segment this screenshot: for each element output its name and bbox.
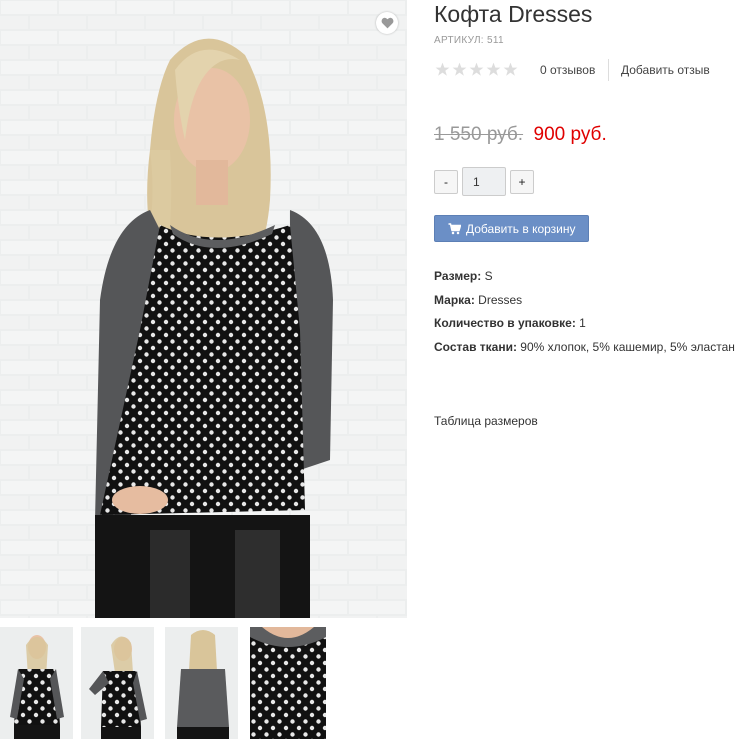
- product-properties: Размер: S Марка: Dresses Количество в уп…: [434, 265, 735, 359]
- property-label: Состав ткани:: [434, 339, 517, 354]
- product-info: Кофта Dresses АРТИКУЛ: 511 0 отзывов Доб…: [434, 0, 748, 739]
- add-to-cart-label: Добавить в корзину: [466, 221, 576, 236]
- property-fabric: Состав ткани: 90% хлопок, 5% кашемир, 5%…: [434, 336, 735, 360]
- add-review-link[interactable]: Добавить отзыв: [621, 63, 710, 77]
- rating-divider: [608, 59, 609, 81]
- star-icon[interactable]: [435, 62, 450, 77]
- property-label: Марка:: [434, 292, 475, 307]
- reviews-count-link[interactable]: 0 отзывов: [540, 63, 595, 77]
- thumbnail-gallery: [0, 627, 407, 739]
- property-brand: Марка: Dresses: [434, 289, 735, 313]
- property-value: Dresses: [478, 292, 523, 307]
- product-title: Кофта Dresses: [434, 1, 593, 27]
- old-price: 1 550 руб.: [434, 124, 524, 145]
- product-main-image[interactable]: [0, 0, 407, 618]
- thumbnail-side[interactable]: [81, 627, 154, 739]
- sale-price: 900 руб.: [533, 124, 607, 145]
- cart-icon: [448, 222, 461, 235]
- product-sku: АРТИКУЛ: 511: [434, 35, 504, 46]
- rating-row: 0 отзывов Добавить отзыв: [434, 59, 748, 81]
- property-value: S: [484, 269, 493, 283]
- wishlist-button[interactable]: [376, 12, 398, 34]
- quantity-input[interactable]: [462, 167, 506, 196]
- property-size: Размер: S: [434, 265, 735, 289]
- heart-icon: [381, 17, 393, 29]
- rating-stars[interactable]: [435, 62, 518, 77]
- quantity-plus-button[interactable]: +: [510, 170, 534, 194]
- star-icon[interactable]: [486, 62, 501, 77]
- property-label: Количество в упаковке:: [434, 316, 576, 330]
- property-pack-quantity: Количество в упаковке: 1: [434, 312, 735, 336]
- property-label: Размер:: [434, 269, 482, 283]
- thumbnail-front[interactable]: [0, 627, 73, 739]
- size-table-link[interactable]: Таблица размеров: [434, 414, 538, 428]
- star-icon[interactable]: [503, 62, 518, 77]
- add-to-cart-button[interactable]: Добавить в корзину: [434, 215, 589, 242]
- property-value: 1: [579, 316, 586, 330]
- thumbnail-back[interactable]: [165, 627, 238, 739]
- thumbnail-fabric[interactable]: [250, 627, 326, 739]
- star-icon[interactable]: [452, 62, 467, 77]
- price-row: 1 550 руб. 900 руб.: [434, 124, 607, 146]
- quantity-stepper: - +: [434, 167, 544, 196]
- star-icon[interactable]: [469, 62, 484, 77]
- property-value: 90% хлопок, 5% кашемир, 5% эластан: [520, 339, 735, 354]
- quantity-minus-button[interactable]: -: [434, 170, 458, 194]
